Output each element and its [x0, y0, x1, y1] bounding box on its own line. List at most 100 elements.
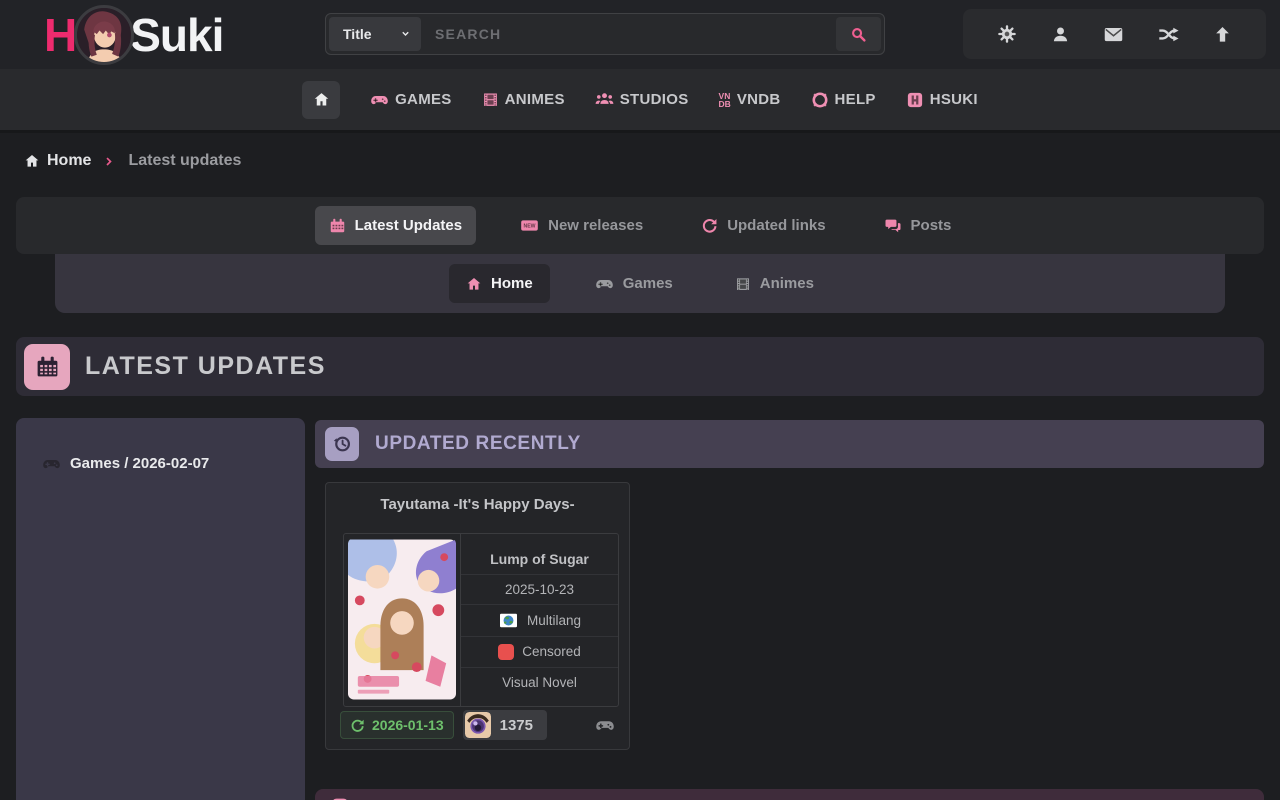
breadcrumb-current: Latest updates [128, 152, 241, 170]
nav-item-label: GAMES [395, 91, 452, 108]
game-cover-image[interactable] [348, 538, 456, 701]
film-icon [482, 91, 499, 108]
breadcrumb-home-link[interactable]: Home [24, 152, 91, 170]
search-category-select[interactable]: Title [329, 17, 421, 51]
sidebar-item-games-date[interactable]: Games / 2026-02-07 [42, 454, 305, 473]
game-card: Tayutama -It's Happy Days- Lump of Sugar [325, 482, 630, 750]
tab-updated-links[interactable]: Updated links [687, 206, 839, 245]
card-media-box: Lump of Sugar 2025-10-23 Multilang Censo… [343, 533, 619, 707]
logo-avatar [74, 5, 134, 65]
tab-label: Updated links [727, 217, 825, 234]
film-icon [735, 276, 751, 292]
nav-item-studios[interactable]: STUDIOS [595, 90, 689, 109]
history-icon [325, 427, 359, 461]
censored-chip-icon [498, 644, 514, 660]
nav-item-vndb[interactable]: VN DB VNDB [719, 91, 781, 108]
refresh-icon [701, 217, 718, 234]
nav-home-button[interactable] [302, 81, 340, 119]
vndb-icon: VN DB [719, 92, 731, 108]
game-release-date: 2025-10-23 [461, 574, 618, 604]
page-title: LATEST UPDATES [85, 352, 326, 381]
calendar-icon [24, 344, 70, 390]
life-ring-icon [811, 91, 829, 109]
chevron-right-icon [103, 155, 116, 168]
comments-icon [884, 217, 902, 235]
gamepad-icon[interactable] [595, 715, 615, 735]
home-icon [313, 91, 330, 108]
subtab-games[interactable]: Games [578, 263, 690, 304]
updated-recently-header: UPDATED RECENTLY [315, 420, 1264, 468]
svg-text:NEW: NEW [524, 224, 536, 230]
nav-item-hsuki[interactable]: HSUKI [906, 91, 978, 109]
home-icon [24, 153, 40, 169]
next-section-header-partial [315, 789, 1264, 800]
top-bar: H Suki Title [0, 0, 1280, 69]
game-title[interactable]: Tayutama -It's Happy Days- [326, 483, 629, 513]
search-button[interactable] [836, 17, 881, 51]
gear-icon [997, 24, 1017, 44]
logo-text-prefix: H [44, 8, 76, 62]
tab-label: Posts [911, 217, 952, 234]
game-genre: Visual Novel [461, 667, 618, 697]
settings-button[interactable] [997, 24, 1017, 44]
gamepad-icon [331, 793, 349, 800]
game-censorship: Censored [461, 636, 618, 667]
refresh-icon [350, 718, 365, 733]
user-icon [1051, 25, 1070, 44]
nav-item-label: HSUKI [930, 91, 978, 108]
gamepad-icon [370, 90, 389, 109]
search-bar: Title [325, 13, 885, 55]
shuffle-icon [1158, 24, 1179, 45]
nav-item-label: ANIMES [505, 91, 565, 108]
sidebar: Games / 2026-02-07 [16, 418, 305, 800]
tab-row: Latest Updates NEW New releases Updated … [16, 197, 1264, 254]
calendar-icon [329, 217, 346, 234]
game-studio[interactable]: Lump of Sugar [461, 544, 618, 574]
new-badge-icon: NEW [520, 216, 539, 235]
game-language: Multilang [461, 604, 618, 636]
section-header: LATEST UPDATES [16, 337, 1264, 396]
globe-flag-icon [498, 612, 519, 629]
nav-item-label: HELP [835, 91, 876, 108]
users-icon [595, 90, 614, 109]
sidebar-item-label: Games / 2026-02-07 [70, 455, 209, 472]
tab-latest-updates[interactable]: Latest Updates [315, 206, 477, 245]
tab-posts[interactable]: Posts [870, 206, 966, 246]
nav-item-label: VNDB [737, 91, 781, 108]
nav-item-games[interactable]: GAMES [370, 90, 452, 109]
update-date: 2026-01-13 [372, 717, 444, 733]
subtab-label: Animes [760, 275, 814, 292]
profile-button[interactable] [1051, 25, 1070, 44]
search-icon [850, 26, 867, 43]
subtab-home[interactable]: Home [449, 264, 550, 303]
breadcrumb-home-label: Home [47, 152, 91, 170]
search-input[interactable] [421, 26, 836, 42]
logo-text-suffix: Suki [130, 8, 223, 62]
breadcrumb: Home Latest updates [24, 152, 241, 170]
nav-item-animes[interactable]: ANIMES [482, 91, 565, 108]
nav-item-help[interactable]: HELP [811, 91, 876, 109]
views-badge: 1375 [463, 710, 547, 740]
chevron-down-icon [400, 29, 411, 40]
main-navigation: GAMES ANIMES STUDIOS VN DB VNDB HELP HSU… [0, 69, 1280, 133]
card-footer: 2026-01-13 1375 [340, 710, 615, 740]
eye-thumbnail-icon [465, 712, 491, 738]
scroll-top-button[interactable] [1213, 25, 1232, 44]
site-logo[interactable]: H Suki [44, 0, 223, 69]
messages-button[interactable] [1103, 24, 1124, 45]
random-button[interactable] [1158, 24, 1179, 45]
h-square-icon [906, 91, 924, 109]
tab-label: New releases [548, 217, 643, 234]
envelope-icon [1103, 24, 1124, 45]
subtab-label: Games [623, 275, 673, 292]
home-icon [466, 276, 482, 292]
arrow-up-icon [1213, 25, 1232, 44]
subtab-label: Home [491, 275, 533, 292]
card-details: Lump of Sugar 2025-10-23 Multilang Censo… [460, 534, 618, 706]
gamepad-icon [42, 454, 61, 473]
subtab-animes[interactable]: Animes [718, 264, 831, 303]
tab-new-releases[interactable]: NEW New releases [506, 205, 657, 246]
panel-title: UPDATED RECENTLY [375, 433, 581, 455]
topbar-actions [963, 9, 1266, 59]
subtab-row: Home Games Animes [55, 254, 1225, 313]
